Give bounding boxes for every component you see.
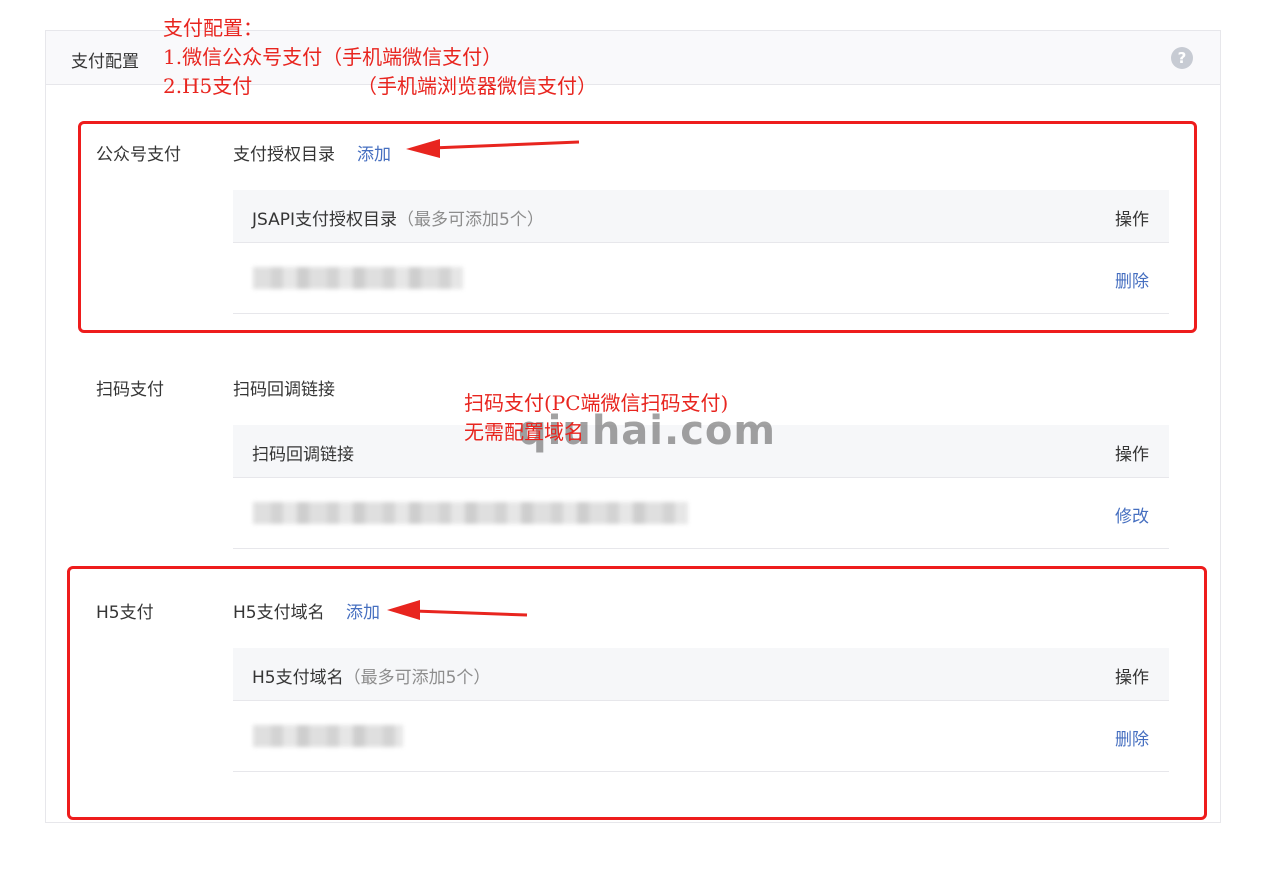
native-section-label: 扫码支付: [96, 380, 164, 400]
jsapi-table-header: JSAPI支付授权目录（最多可添加5个） 操作: [233, 190, 1169, 243]
question-circle-icon[interactable]: ?: [1171, 47, 1193, 69]
jsapi-table-row: 删除: [233, 243, 1169, 314]
native-column-operation: 操作: [1115, 445, 1149, 465]
h5-column-operation: 操作: [1115, 668, 1149, 688]
native-column-name: 扫码回调链接: [252, 445, 354, 465]
annotation-native-note: 无需配置域名: [464, 420, 584, 444]
jsapi-add-link[interactable]: 添加: [357, 140, 391, 165]
h5-column-hint: （最多可添加5个）: [343, 668, 491, 688]
annotation-line-h5-desc: （手机端浏览器微信支付）: [357, 74, 597, 98]
h5-delete-link[interactable]: 删除: [1115, 725, 1149, 750]
h5-column-name: H5支付域名（最多可添加5个）: [252, 668, 491, 688]
jsapi-section-label: 公众号支付: [96, 145, 181, 165]
annotation-line-h5: 2.H5支付: [163, 74, 253, 98]
jsapi-delete-link[interactable]: 删除: [1115, 267, 1149, 292]
h5-table-header: H5支付域名（最多可添加5个） 操作: [233, 648, 1169, 701]
annotation-line-jsapi: 1.微信公众号支付（手机端微信支付）: [163, 45, 503, 69]
native-edit-link[interactable]: 修改: [1115, 502, 1149, 527]
native-table-row: 修改: [233, 478, 1169, 549]
redacted-callback-url: [253, 502, 688, 524]
h5-section-label: H5支付: [96, 603, 154, 623]
jsapi-column-name: JSAPI支付授权目录（最多可添加5个）: [252, 210, 544, 230]
annotation-title: 支付配置：: [163, 16, 263, 40]
jsapi-sub-label: 支付授权目录: [233, 145, 335, 165]
panel-title: 支付配置: [71, 52, 139, 72]
redacted-directory-value: [253, 267, 463, 289]
jsapi-column-operation: 操作: [1115, 210, 1149, 230]
arrow-to-h5-add: [387, 600, 528, 620]
h5-table-row: 删除: [233, 701, 1169, 772]
jsapi-column-hint: （最多可添加5个）: [397, 210, 544, 230]
h5-add-link[interactable]: 添加: [346, 598, 380, 623]
redacted-domain-value: [253, 725, 403, 747]
native-sub-label: 扫码回调链接: [233, 380, 335, 400]
h5-sub-label: H5支付域名: [233, 603, 325, 623]
annotation-native-title: 扫码支付(PC端微信扫码支付): [464, 391, 729, 415]
